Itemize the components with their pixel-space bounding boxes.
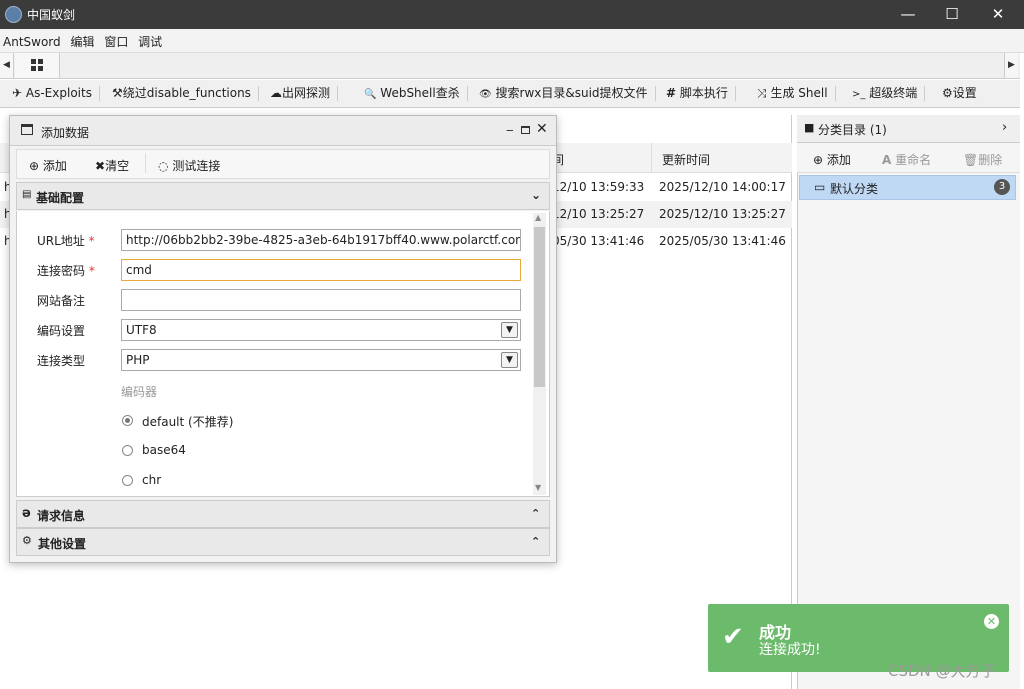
- test-connection-button[interactable]: ◌ 测试连接: [158, 157, 220, 174]
- category-toolbar: ⊕ 添加 A 重命名 🗑删除: [797, 143, 1020, 173]
- minimize-button[interactable]: —: [893, 4, 923, 24]
- grid-icon: [31, 59, 43, 71]
- dialog-clear-button[interactable]: ✖清空: [95, 157, 129, 174]
- tab-scroll-right-icon[interactable]: ▶: [1004, 53, 1018, 78]
- encoder-label: 编码器: [121, 385, 158, 399]
- font-icon: A: [882, 153, 892, 167]
- document-icon: ▤: [22, 189, 32, 200]
- dialog-titlebar: 添加数据 ‒ ✕: [10, 116, 556, 146]
- scroll-down-icon[interactable]: ▼: [535, 483, 541, 492]
- encoding-select[interactable]: UTF8 ▼: [121, 319, 521, 341]
- window-icon: [21, 124, 33, 135]
- category-panel: [797, 115, 1020, 689]
- toast-close-icon[interactable]: ✕: [984, 614, 999, 629]
- plugin-bypass-disable-functions[interactable]: ⚒绕过disable_functions: [112, 80, 259, 107]
- chevron-down-icon: ▼: [501, 322, 518, 338]
- category-panel-header: ■ 分类目录 (1) ›: [797, 115, 1020, 143]
- column-updated-time[interactable]: 更新时间: [662, 151, 710, 168]
- shuffle-icon: ⤨: [757, 86, 767, 100]
- plus-circle-icon: ⊕: [29, 159, 40, 173]
- hammer-icon: ⚒: [112, 86, 123, 100]
- category-item-default[interactable]: ▭ 默认分类 3: [799, 175, 1016, 200]
- plugin-webshell-scan[interactable]: 🔍 WebShell查杀: [364, 80, 468, 107]
- type-select[interactable]: PHP ▼: [121, 349, 521, 371]
- radio-icon: [122, 445, 133, 456]
- link-icon: ə: [22, 506, 31, 521]
- add-data-dialog: 添加数据 ‒ ✕ ⊕ 添加 ✖清空 ◌ 测试连接 ▤ 基础配置 ⌄ URL地址 …: [9, 115, 557, 563]
- chevron-up-icon: ⌃: [531, 535, 541, 548]
- checkmark-icon: ✔: [722, 622, 744, 652]
- gears-icon: ⚙: [22, 534, 32, 547]
- type-label: 连接类型: [37, 354, 86, 368]
- scrollbar-thumb[interactable]: [534, 227, 545, 387]
- plane-icon: ✈: [12, 86, 23, 100]
- folder-icon: ■: [804, 121, 815, 134]
- gear-icon: ⚙: [942, 86, 953, 100]
- plugin-super-terminal[interactable]: >_ 超级终端: [852, 80, 926, 107]
- plugin-rwx-suid-search[interactable]: 👁 搜索rwx目录&suid提权文件: [479, 80, 656, 107]
- basic-config-form: URL地址 * http://06bb2bb2-39be-4825-a3eb-6…: [16, 211, 550, 497]
- radio-icon: [122, 475, 133, 486]
- plugin-script-exec[interactable]: # 脚本执行: [666, 80, 736, 107]
- plugin-network-probe[interactable]: ☁出网探测: [270, 80, 339, 107]
- folder-outline-icon: ▭: [814, 180, 826, 194]
- encoding-label: 编码设置: [37, 324, 86, 338]
- app-logo-icon: [5, 6, 22, 23]
- scroll-up-icon[interactable]: ▲: [535, 213, 541, 222]
- note-input[interactable]: [121, 289, 521, 311]
- category-add-button[interactable]: ⊕ 添加: [813, 151, 851, 168]
- watermark: CSDN @大方子: [888, 662, 996, 680]
- chevron-up-icon: ⌃: [531, 507, 541, 520]
- terminal-icon: >_: [852, 89, 866, 100]
- spinner-icon: ◌: [158, 159, 169, 173]
- radio-selected-icon: [122, 415, 133, 426]
- search-icon: 🔍: [364, 89, 377, 100]
- form-scrollbar[interactable]: ▲ ▼: [533, 213, 546, 495]
- section-other-settings[interactable]: ⚙ 其他设置 ⌃: [16, 528, 550, 556]
- password-input[interactable]: cmd: [121, 259, 521, 281]
- maximize-button[interactable]: ☐: [937, 4, 967, 24]
- password-label: 连接密码 *: [37, 264, 95, 278]
- collapse-panel-icon[interactable]: ›: [1002, 120, 1007, 135]
- section-basic-config[interactable]: ▤ 基础配置 ⌄: [16, 182, 550, 210]
- cloud-icon: ☁: [270, 86, 282, 100]
- menu-window[interactable]: 窗口: [101, 29, 131, 50]
- plugin-settings[interactable]: ⚙设置: [942, 80, 977, 107]
- hash-icon: #: [666, 86, 677, 100]
- toast-message: 连接成功!: [759, 642, 821, 658]
- menu-antsword[interactable]: AntSword: [0, 31, 64, 49]
- x-icon: ✖: [95, 159, 106, 173]
- tab-home[interactable]: [15, 53, 60, 78]
- trash-icon: 🗑: [963, 153, 979, 167]
- category-rename-button[interactable]: A 重命名: [882, 151, 931, 168]
- dialog-minimize-icon[interactable]: ‒: [506, 123, 514, 137]
- dialog-title: 添加数据: [41, 126, 90, 140]
- category-title: 分类目录 (1): [818, 123, 887, 137]
- close-button[interactable]: ✕: [983, 4, 1013, 24]
- tab-bar: ◀ ▶: [0, 53, 1020, 79]
- url-input[interactable]: http://06bb2bb2-39be-4825-a3eb-64b1917bf…: [121, 229, 521, 251]
- category-count-badge: 3: [994, 179, 1010, 195]
- section-request-info[interactable]: ə 请求信息 ⌃: [16, 500, 550, 528]
- category-delete-button[interactable]: 🗑删除: [963, 151, 1002, 168]
- dialog-close-icon[interactable]: ✕: [536, 121, 548, 137]
- window-title: 中国蚁剑: [27, 8, 76, 22]
- window-titlebar: 中国蚁剑 — ☐ ✕: [0, 0, 1024, 29]
- note-label: 网站备注: [37, 294, 86, 308]
- menu-edit[interactable]: 编辑: [67, 29, 97, 50]
- tab-scroll-left-icon[interactable]: ◀: [0, 53, 14, 78]
- plugin-generate-shell[interactable]: ⤨ 生成 Shell: [757, 80, 836, 107]
- dialog-add-button[interactable]: ⊕ 添加: [29, 157, 67, 174]
- plugin-toolbar: ✈ As-Exploits ⚒绕过disable_functions ☁出网探测…: [0, 80, 1020, 108]
- chevron-down-icon: ⌄: [531, 188, 542, 202]
- plugin-as-exploits[interactable]: ✈ As-Exploits: [12, 80, 100, 107]
- menubar: AntSword 编辑 窗口 调试: [0, 29, 1024, 53]
- url-label: URL地址 *: [37, 234, 95, 248]
- dialog-maximize-icon[interactable]: [521, 126, 530, 134]
- chevron-down-icon: ▼: [501, 352, 518, 368]
- dialog-toolbar: ⊕ 添加 ✖清空 ◌ 测试连接: [16, 149, 550, 179]
- menu-debug[interactable]: 调试: [135, 29, 165, 50]
- plus-circle-icon: ⊕: [813, 153, 824, 167]
- eye-icon: 👁: [479, 89, 492, 100]
